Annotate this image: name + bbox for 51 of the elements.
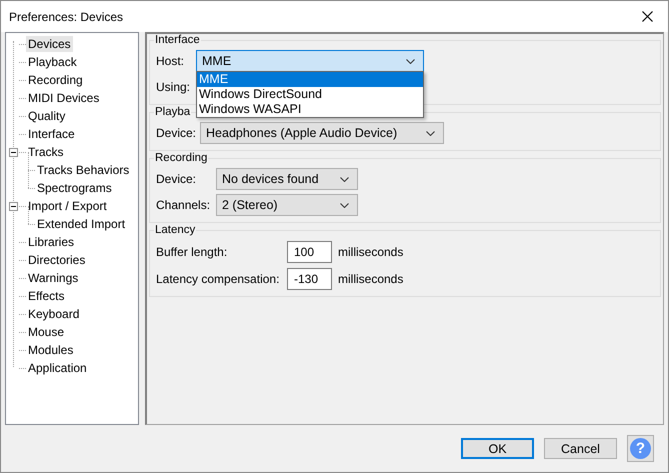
tree-item[interactable]: Recording [26, 72, 85, 88]
collapse-icon[interactable] [9, 148, 18, 156]
tree-item[interactable]: Devices [26, 36, 73, 52]
group-title: Latency [154, 224, 196, 236]
field-label: Device: [156, 172, 198, 186]
field-label: Channels: [156, 198, 212, 212]
tree-item[interactable]: Keyboard [26, 306, 82, 322]
tree-item[interactable]: Directories [26, 252, 88, 268]
chevron-icon [340, 176, 349, 182]
field-label: Using: [156, 80, 190, 94]
field-label: Host: [156, 54, 186, 68]
dropdown-option[interactable]: MME [197, 72, 423, 87]
dialog-button[interactable]: OK [461, 438, 534, 459]
device-dropdown[interactable]: No devices found [216, 168, 358, 190]
collapse-icon[interactable] [9, 202, 18, 210]
unit-label: milliseconds [338, 244, 404, 258]
tree-item[interactable]: Interface [26, 126, 77, 142]
tree-item[interactable]: Modules [26, 342, 76, 358]
group-title: Playba [154, 106, 192, 118]
tree-item[interactable]: Tracks Behaviors [35, 162, 132, 178]
tree-item[interactable]: Warnings [26, 270, 80, 286]
channels-dropdown[interactable]: 2 (Stereo) [216, 194, 358, 216]
dropdown-option[interactable]: Windows WASAPI [197, 102, 423, 117]
group-title: Interface [154, 34, 201, 46]
close-icon[interactable] [642, 11, 653, 22]
tree-item[interactable]: Import / Export [26, 198, 109, 214]
dialog-button[interactable]: Cancel [544, 438, 617, 459]
dropdown-option[interactable]: Windows DirectSound [197, 87, 423, 102]
device-dropdown[interactable]: Headphones (Apple Audio Device) [200, 122, 444, 144]
tree-item[interactable]: Libraries [26, 234, 76, 250]
chevron-icon [340, 202, 349, 208]
tree-item[interactable]: Extended Import [35, 216, 128, 232]
window-title: Preferences: Devices [9, 10, 124, 24]
tree-item[interactable]: Mouse [26, 324, 66, 340]
chevron-icon [426, 130, 436, 136]
field-label: Buffer length: [156, 244, 228, 258]
tree-item[interactable]: Spectrograms [35, 180, 114, 196]
tree-item[interactable]: Quality [26, 108, 68, 124]
tree-item[interactable]: Playback [26, 54, 79, 70]
group-title: Recording [154, 152, 208, 164]
input-field[interactable]: 100 [287, 240, 332, 262]
tree-item[interactable]: Tracks [26, 144, 66, 160]
tree-item[interactable]: Application [26, 360, 89, 376]
input-field[interactable]: -130 [287, 268, 332, 290]
tree-item[interactable]: MIDI Devices [26, 90, 102, 106]
unit-label: milliseconds [338, 272, 404, 286]
host-dropdown[interactable]: MME [196, 50, 424, 72]
field-label: Device: [156, 126, 196, 140]
field-label: Latency compensation: [156, 272, 280, 286]
chevron-icon [406, 58, 415, 64]
tree-item[interactable]: Effects [26, 288, 66, 304]
